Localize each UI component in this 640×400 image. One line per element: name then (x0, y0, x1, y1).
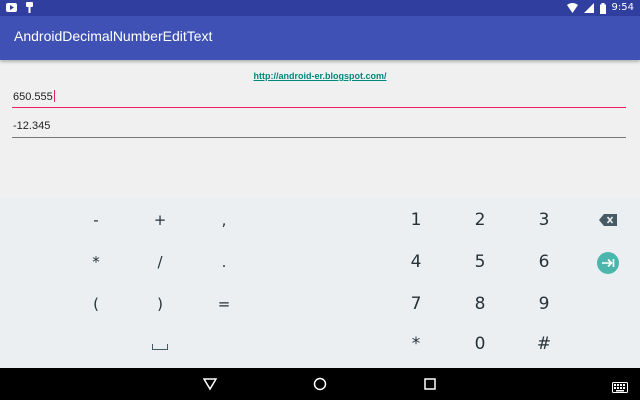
key-close-paren[interactable]: ) (135, 284, 185, 324)
next-action-key[interactable] (583, 242, 633, 282)
key-comma[interactable]: , (199, 200, 249, 240)
key-plus[interactable]: + (135, 200, 185, 240)
decimal-input-2-value: -12.345 (13, 120, 51, 132)
home-icon[interactable] (313, 376, 327, 395)
navigation-bar (0, 368, 640, 400)
key-8[interactable]: 8 (455, 284, 505, 324)
numeric-keyboard: - + , * / . ( ) = 1 2 3 4 5 6 7 8 9 * 0 … (0, 198, 640, 368)
status-bar: 9:54 (0, 0, 640, 16)
signal-icon (583, 3, 594, 13)
backspace-key[interactable] (583, 200, 633, 240)
key-5[interactable]: 5 (455, 242, 505, 282)
decimal-input-1-value: 650.555 (13, 91, 53, 103)
recents-icon[interactable] (423, 376, 437, 395)
key-6[interactable]: 6 (519, 242, 569, 282)
app-title: AndroidDecimalNumberEditText (14, 28, 213, 44)
key-open-paren[interactable]: ( (71, 284, 121, 324)
key-2[interactable]: 2 (455, 200, 505, 240)
back-icon[interactable] (202, 376, 218, 395)
input-underline (12, 106, 626, 108)
key-hash[interactable]: # (519, 324, 569, 364)
backspace-icon (599, 214, 617, 226)
space-bar-icon (152, 344, 168, 350)
app-bar: AndroidDecimalNumberEditText (0, 16, 640, 60)
youtube-icon (6, 3, 17, 12)
key-star[interactable]: * (391, 324, 441, 364)
keyboard-icon[interactable] (612, 378, 628, 397)
wifi-icon (566, 3, 578, 13)
key-9[interactable]: 9 (519, 284, 569, 324)
text-cursor (53, 90, 55, 102)
battery-icon (599, 2, 606, 14)
key-minus[interactable]: - (71, 200, 121, 240)
key-period[interactable]: . (199, 242, 249, 282)
key-asterisk[interactable]: * (71, 242, 121, 282)
notification-icon (25, 2, 34, 13)
key-0[interactable]: 0 (455, 324, 505, 364)
status-time: 9:54 (611, 2, 634, 13)
key-1[interactable]: 1 (391, 200, 441, 240)
key-equals[interactable]: = (199, 284, 249, 324)
decimal-input-1[interactable]: 650.555 (12, 88, 626, 108)
key-slash[interactable]: / (135, 242, 185, 282)
key-7[interactable]: 7 (391, 284, 441, 324)
space-key[interactable] (135, 324, 185, 364)
key-4[interactable]: 4 (391, 242, 441, 282)
decimal-input-2[interactable]: -12.345 (12, 118, 626, 138)
tab-next-icon (597, 251, 619, 274)
key-3[interactable]: 3 (519, 200, 569, 240)
blog-link[interactable]: http://android-er.blogspot.com/ (0, 71, 640, 81)
input-underline (12, 137, 626, 138)
